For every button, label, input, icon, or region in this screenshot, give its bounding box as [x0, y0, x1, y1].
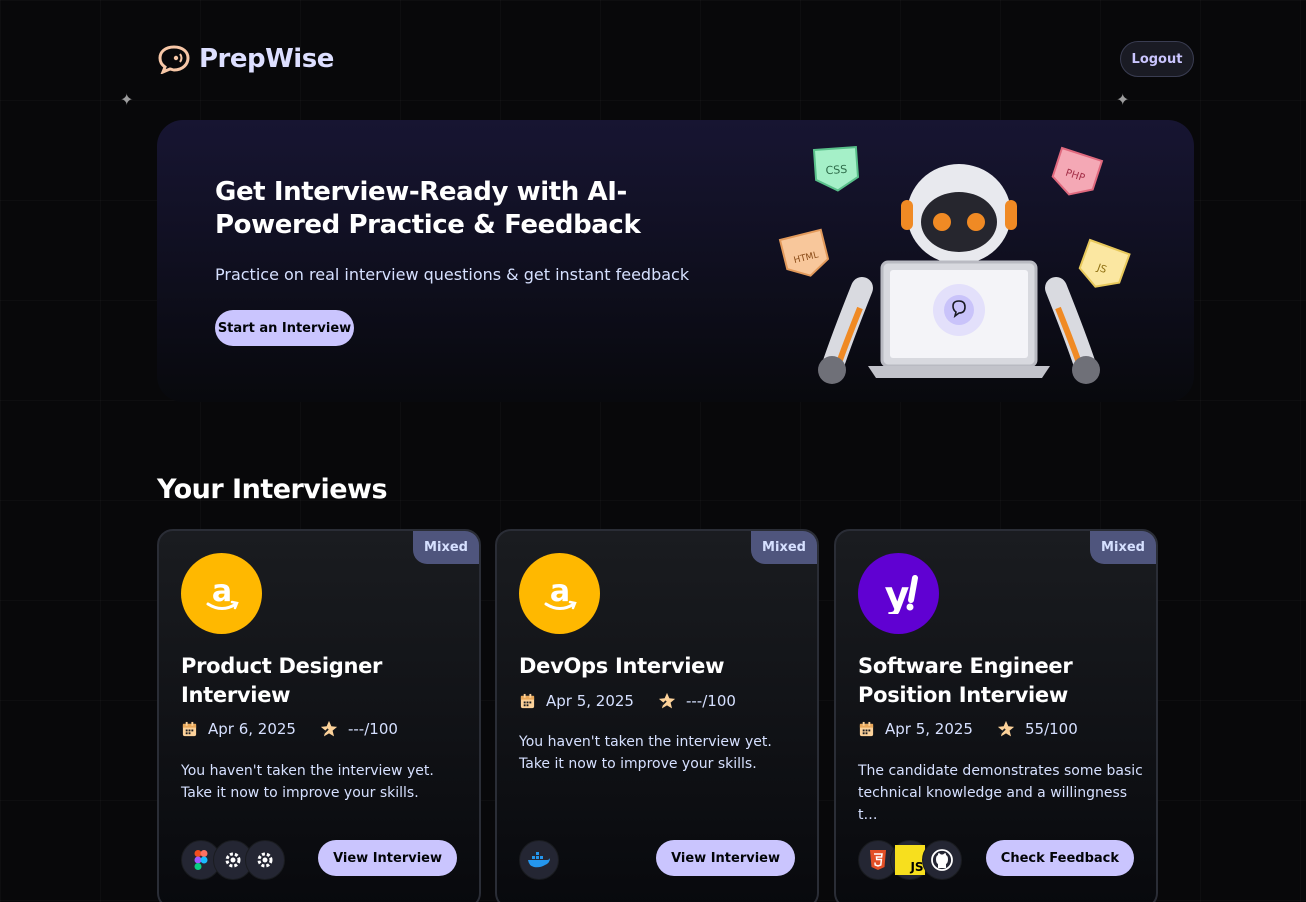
interview-description: You haven't taken the interview yet. Tak… [181, 763, 434, 801]
hero-title: Get Interview-Ready with AI-Powered Prac… [215, 177, 641, 240]
brand[interactable]: PrepWise [157, 44, 334, 74]
navbar: PrepWise Logout [157, 41, 1194, 77]
interview-score: ---/100 [685, 692, 736, 710]
gear-icon [245, 840, 285, 880]
interview-type-badge: Mixed [751, 531, 817, 564]
start-interview-button[interactable]: Start an Interview [215, 310, 354, 346]
robot-illustration: CSS PHP HTML JS [778, 146, 1131, 384]
interview-date: Apr 5, 2025 [546, 692, 634, 710]
sparkle-decoration: ✦ [120, 90, 134, 109]
star-icon [320, 720, 338, 737]
interview-card: Mixed y Software Engineer Position Inter… [834, 529, 1158, 902]
interview-date: Apr 5, 2025 [885, 720, 973, 738]
github-icon [922, 840, 962, 880]
js-tag-icon: JS [1078, 238, 1131, 288]
section-title: Your Interviews [157, 474, 388, 505]
interview-description: You haven't taken the interview yet. Tak… [519, 734, 772, 772]
svg-text:a: a [549, 574, 569, 609]
svg-text:a: a [211, 574, 231, 609]
amazon-logo-icon: a [181, 553, 262, 634]
star-icon [658, 692, 676, 709]
css-tag-icon: CSS [812, 146, 860, 192]
interview-meta: Apr 5, 2025 ---/100 [519, 692, 736, 710]
yahoo-logo-icon: y [858, 553, 939, 634]
interview-score: 55/100 [1024, 720, 1078, 738]
interview-description: The candidate demonstrates some basic te… [858, 763, 1143, 823]
interview-title: DevOps Interview [519, 654, 725, 678]
interview-card: Mixed a Product Designer Interview Apr 6… [157, 529, 481, 902]
interview-card: Mixed a DevOps Interview Apr 5, 2025 ---… [495, 529, 819, 902]
tech-stack [181, 840, 285, 880]
interview-type-badge: Mixed [413, 531, 479, 564]
interview-title: Software Engineer Position Interview [858, 654, 1073, 707]
interview-meta: Apr 6, 2025 ---/100 [181, 720, 398, 738]
logout-button[interactable]: Logout [1120, 41, 1194, 77]
interview-score: ---/100 [347, 720, 398, 738]
brand-name: PrepWise [199, 44, 334, 74]
hero-subtitle: Practice on real interview questions & g… [215, 265, 690, 284]
php-tag-icon: PHP [1051, 146, 1104, 196]
interview-meta: Apr 5, 2025 55/100 [858, 720, 1078, 738]
calendar-icon [859, 721, 874, 736]
view-interview-button[interactable]: View Interview [318, 840, 457, 876]
docker-icon [519, 840, 559, 880]
svg-text:y: y [884, 574, 909, 614]
sparkle-decoration: ✦ [1116, 90, 1130, 109]
calendar-icon [520, 693, 535, 708]
amazon-logo-icon: a [519, 553, 600, 634]
tech-stack [519, 840, 559, 880]
tech-stack: JS [858, 840, 962, 880]
html-tag-icon: HTML [778, 228, 830, 277]
interview-type-badge: Mixed [1090, 531, 1156, 564]
hero-banner: Get Interview-Ready with AI-Powered Prac… [157, 120, 1194, 402]
interview-date: Apr 6, 2025 [208, 720, 296, 738]
view-interview-button[interactable]: View Interview [656, 840, 795, 876]
calendar-icon [182, 721, 197, 736]
chat-bubble-icon [158, 45, 190, 74]
interview-title: Product Designer Interview [181, 654, 383, 707]
star-icon [997, 720, 1015, 737]
css-tag-label: CSS [825, 163, 848, 177]
check-feedback-button[interactable]: Check Feedback [985, 840, 1134, 876]
